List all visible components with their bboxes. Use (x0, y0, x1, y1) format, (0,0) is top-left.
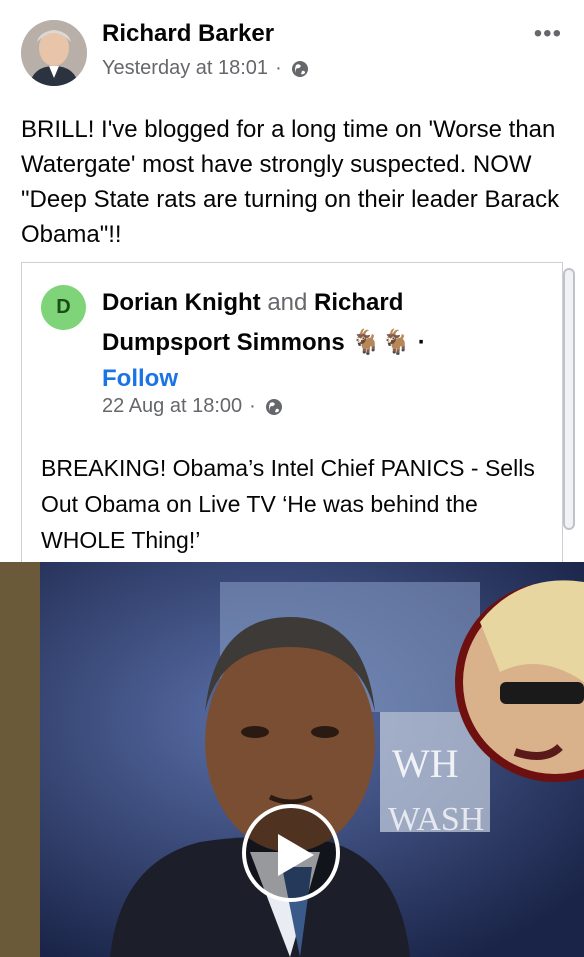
post-timestamp[interactable]: Yesterday at 18:01 (102, 57, 268, 80)
shared-meta: 22 Aug at 18:00 · (102, 395, 283, 418)
author-name[interactable]: Richard Barker (102, 20, 274, 48)
post-meta: Yesterday at 18:01 · (102, 57, 309, 80)
shared-text: BREAKING! Obama’s Intel Chief PANICS - S… (41, 455, 535, 553)
author-avatar[interactable] (21, 20, 87, 86)
shared-connector: and (267, 289, 308, 316)
follow-button[interactable]: Follow (102, 363, 522, 395)
globe-icon (265, 398, 283, 416)
shared-timestamp[interactable]: 22 Aug at 18:00 (102, 395, 242, 418)
meta-separator: · (275, 57, 282, 79)
shared-post-card[interactable]: D Dorian Knight and Richard Dumpsport Si… (21, 262, 563, 562)
sign-text-2: WASH (388, 801, 484, 838)
video-thumbnail[interactable]: WH WASH (0, 562, 584, 957)
play-icon (278, 834, 314, 876)
shared-title: Dorian Knight and Richard Dumpsport Simm… (102, 283, 522, 395)
shared-author-1[interactable]: Dorian Knight (102, 289, 261, 316)
scrollbar[interactable] (563, 268, 575, 530)
globe-icon (291, 60, 309, 78)
shared-meta-separator: · (249, 395, 256, 417)
play-button[interactable] (242, 804, 340, 902)
sign-text-1: WH (392, 741, 459, 786)
shared-author-avatar[interactable]: D (41, 285, 86, 330)
post-header: Richard Barker Yesterday at 18:01 · ••• (0, 0, 584, 100)
title-separator: · (417, 329, 426, 356)
more-options-button[interactable]: ••• (534, 20, 562, 48)
avatar-photo (21, 20, 87, 86)
goat-emoji: 🐐🐐 (351, 329, 412, 356)
post-text: BRILL! I've blogged for a long time on '… (21, 116, 560, 248)
